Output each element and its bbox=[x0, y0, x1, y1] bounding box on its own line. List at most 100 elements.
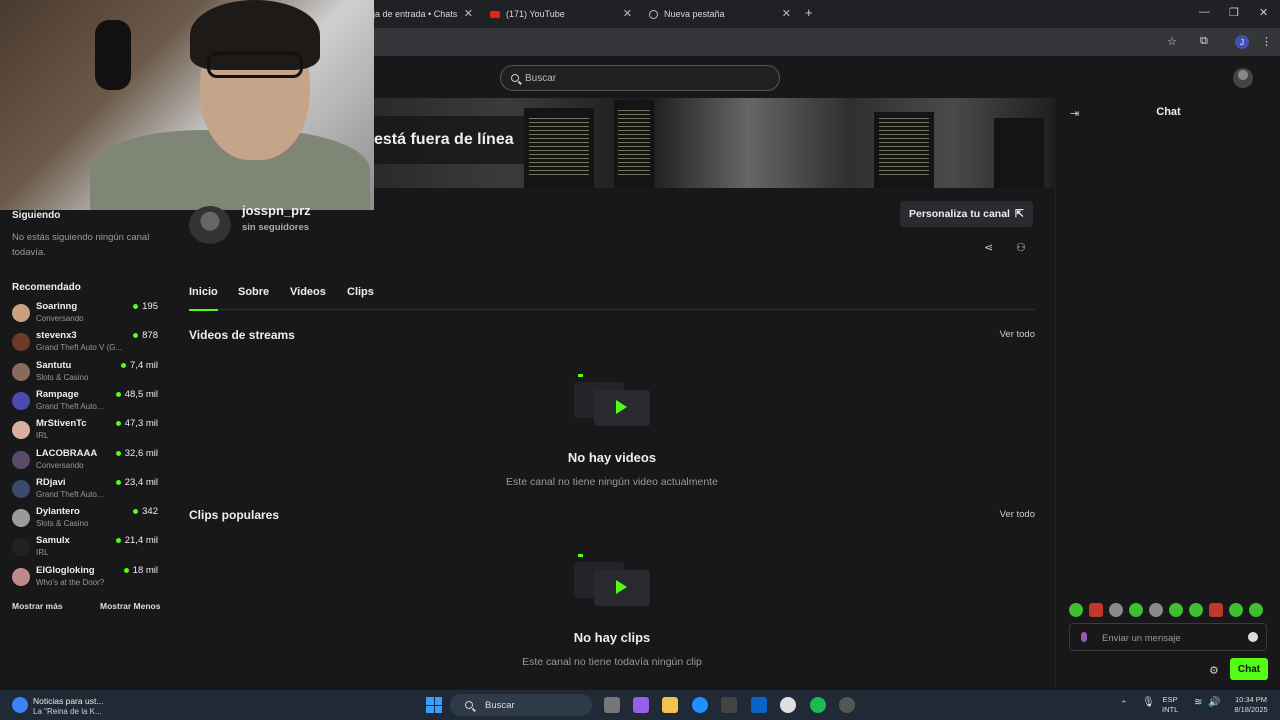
globe-icon bbox=[649, 9, 658, 19]
tab-youtube[interactable]: (171) YouTube ✕ bbox=[490, 4, 632, 24]
youtube-icon bbox=[490, 10, 500, 18]
tab-close-icon[interactable]: ✕ bbox=[464, 7, 473, 20]
window-close-button[interactable]: ✕ bbox=[1259, 6, 1268, 19]
emote-icon[interactable] bbox=[1209, 603, 1223, 617]
channel-name: LACOBRAAA bbox=[36, 447, 98, 459]
recommended-channel[interactable]: Santutu Slots & Casino 7,4 mil bbox=[10, 360, 160, 388]
external-link-icon: ⇱ bbox=[1014, 208, 1024, 220]
windows-start-icon[interactable] bbox=[426, 697, 442, 713]
tab-inbox[interactable]: ja de entrada • Chats ✕ bbox=[373, 4, 473, 24]
empty-clips-title: No hay clips bbox=[573, 630, 651, 645]
viewer-count: 18 mil bbox=[123, 565, 158, 576]
spotify-icon[interactable] bbox=[810, 697, 826, 713]
viewer-count: 23,4 mil bbox=[115, 477, 158, 488]
emote-icon[interactable] bbox=[1189, 603, 1203, 617]
live-dot-icon bbox=[115, 421, 121, 427]
play-icon bbox=[616, 400, 627, 414]
channel-category: Grand Theft Auto... bbox=[36, 401, 104, 411]
chat-send-button[interactable]: Chat bbox=[1230, 658, 1268, 680]
new-tab-button[interactable]: + bbox=[805, 5, 813, 20]
tray-mic-icon[interactable]: 🎙 bbox=[1142, 698, 1155, 708]
channel-category: Grand Theft Auto... bbox=[36, 489, 104, 499]
clock[interactable]: 10:34 PM 8/18/2025 bbox=[1226, 695, 1276, 715]
recommended-channel[interactable]: RDjavi Grand Theft Auto... 23,4 mil bbox=[10, 477, 160, 505]
chat-message-input[interactable] bbox=[1102, 629, 1242, 647]
recommended-channel[interactable]: LACOBRAAA Conversando 32,6 mil bbox=[10, 448, 160, 476]
emote-icon[interactable] bbox=[1169, 603, 1183, 617]
window-maximize-button[interactable]: ❐ bbox=[1229, 6, 1239, 19]
tab-sobre[interactable]: Sobre bbox=[238, 286, 269, 310]
news-icon bbox=[12, 697, 28, 713]
microphone-icon[interactable] bbox=[1081, 632, 1087, 642]
channel-name: Rampage bbox=[36, 388, 79, 400]
channel-category: Conversando bbox=[36, 314, 84, 323]
recommended-channel[interactable]: Dylantero Slots & Casino 342 bbox=[10, 506, 160, 534]
taskbar-search-label: Buscar bbox=[485, 699, 515, 711]
taskbar-search[interactable]: Buscar bbox=[450, 694, 592, 716]
tab-clips[interactable]: Clips bbox=[347, 286, 374, 310]
following-empty-text: No estás siguiendo ningún canal todavía. bbox=[12, 232, 150, 258]
browser-profile-avatar[interactable]: J bbox=[1235, 35, 1249, 49]
screen: ja de entrada • Chats ✕ (171) YouTube ✕ … bbox=[0, 0, 1280, 720]
emote-icon[interactable] bbox=[1249, 603, 1263, 617]
input-language[interactable]: ESP INTL bbox=[1162, 695, 1178, 715]
site-search-input[interactable]: Buscar bbox=[500, 65, 780, 91]
outlook-icon[interactable] bbox=[751, 697, 767, 713]
share-icon[interactable]: ⋖ bbox=[984, 241, 993, 254]
show-less-link[interactable]: Mostrar Menos bbox=[100, 601, 160, 611]
tab-videos[interactable]: Videos bbox=[290, 286, 326, 310]
recommended-channel[interactable]: MrStivenTc IRL 47,3 mil bbox=[10, 418, 160, 446]
chat-settings-gear-icon[interactable]: ⚙ bbox=[1209, 664, 1219, 677]
edge-icon[interactable] bbox=[692, 697, 708, 713]
tab-inicio[interactable]: Inicio bbox=[189, 286, 218, 311]
chrome-icon[interactable] bbox=[780, 697, 796, 713]
window-minimize-button[interactable]: — bbox=[1199, 6, 1210, 18]
emote-icon[interactable] bbox=[1069, 603, 1083, 617]
tab-close-icon[interactable]: ✕ bbox=[623, 7, 632, 20]
copilot-icon[interactable] bbox=[633, 697, 649, 713]
show-more-link[interactable]: Mostrar más bbox=[12, 601, 63, 611]
emote-icon[interactable] bbox=[1229, 603, 1243, 617]
channel-avatar bbox=[12, 509, 30, 528]
recommended-channel[interactable]: ElGlogloking Who's at the Door? 18 mil bbox=[10, 565, 160, 593]
file-explorer-icon[interactable] bbox=[662, 697, 678, 713]
bookmark-star-icon[interactable]: ☆ bbox=[1167, 35, 1177, 48]
app-icon[interactable] bbox=[839, 697, 855, 713]
recommended-channel[interactable]: stevenx3 Grand Theft Auto V (G... 878 bbox=[10, 330, 160, 358]
see-all-clips-link[interactable]: Ver todo bbox=[1000, 509, 1035, 520]
customize-channel-button[interactable]: Personaliza tu canal ⇱ bbox=[900, 201, 1033, 227]
viewer-count: 342 bbox=[133, 506, 158, 517]
live-dot-icon bbox=[123, 567, 129, 573]
channel-avatar[interactable] bbox=[189, 206, 231, 244]
browser-menu-icon[interactable]: ⋮ bbox=[1261, 35, 1272, 48]
section-title-clips: Clips populares bbox=[189, 508, 280, 522]
emote-icon[interactable] bbox=[1109, 603, 1123, 617]
viewer-count: 21,4 mil bbox=[115, 535, 158, 546]
tray-overflow-icon[interactable]: ⌃ bbox=[1120, 699, 1128, 709]
news-title: Noticias para ust... bbox=[33, 696, 104, 706]
store-icon[interactable] bbox=[721, 697, 737, 713]
play-icon bbox=[616, 580, 627, 594]
task-view-icon[interactable] bbox=[604, 697, 620, 713]
url-field[interactable] bbox=[374, 31, 1154, 53]
emoji-icon[interactable] bbox=[1248, 632, 1258, 642]
channel-followers: sin seguidores bbox=[242, 222, 310, 233]
wifi-icon[interactable]: ≋ bbox=[1194, 698, 1202, 708]
user-avatar[interactable] bbox=[1233, 68, 1253, 88]
emote-icon[interactable] bbox=[1149, 603, 1163, 617]
tab-close-icon[interactable]: ✕ bbox=[782, 7, 791, 20]
tab-new[interactable]: Nueva pestaña ✕ bbox=[649, 4, 791, 24]
tab-title: (171) YouTube bbox=[506, 9, 565, 19]
search-icon bbox=[511, 74, 519, 82]
emote-icon[interactable] bbox=[1129, 603, 1143, 617]
offline-label: está fuera de línea bbox=[374, 116, 526, 164]
emote-icon[interactable] bbox=[1089, 603, 1103, 617]
channel-name: stevenx3 bbox=[36, 330, 77, 342]
volume-icon[interactable]: 🔊 bbox=[1208, 698, 1220, 708]
recommended-channel[interactable]: Samulx IRL 21,4 mil bbox=[10, 535, 160, 563]
recommended-channel[interactable]: Soarinng Conversando 195 bbox=[10, 301, 160, 329]
recommended-channel[interactable]: Rampage Grand Theft Auto... 48,5 mil bbox=[10, 389, 160, 417]
cast-icon[interactable]: ⧉ bbox=[1200, 35, 1208, 48]
see-all-videos-link[interactable]: Ver todo bbox=[1000, 329, 1035, 340]
user-options-icon[interactable]: ⚇ bbox=[1016, 241, 1026, 254]
